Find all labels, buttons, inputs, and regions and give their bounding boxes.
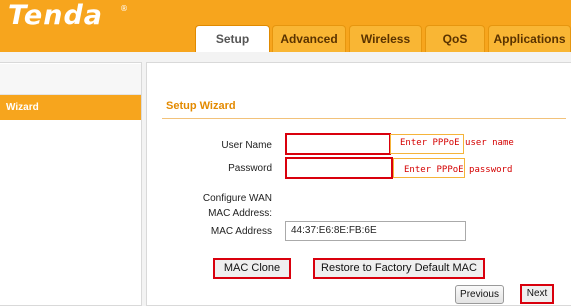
tab-setup[interactable]: Setup xyxy=(195,25,270,52)
restore-factory-mac-button[interactable]: Restore to Factory Default MAC xyxy=(313,258,485,279)
password-label: Password xyxy=(228,163,272,174)
tenda-logo: Tenda xyxy=(8,0,104,31)
configure-wan-mac-label: Configure WAN MAC Address: xyxy=(202,193,272,219)
sidebar-item-wizard[interactable]: Wizard xyxy=(0,95,141,120)
tab-applications[interactable]: Applications xyxy=(488,25,571,52)
user-name-input[interactable] xyxy=(285,133,391,155)
title-divider xyxy=(162,118,566,119)
page-title: Setup Wizard xyxy=(166,100,236,112)
user-name-hint: Enter PPPoE user name xyxy=(400,138,514,148)
user-name-label: User Name xyxy=(221,140,272,151)
mac-address-label: MAC Address xyxy=(210,226,272,237)
mac-clone-button[interactable]: MAC Clone xyxy=(213,258,291,279)
next-button[interactable]: Next xyxy=(520,284,554,304)
password-hint: Enter PPPoE password xyxy=(404,165,513,175)
tab-advanced[interactable]: Advanced xyxy=(272,25,346,52)
previous-button[interactable]: Previous xyxy=(455,285,504,304)
sidebar-header-strip xyxy=(0,64,141,95)
mac-address-field[interactable]: 44:37:E6:8E:FB:6E xyxy=(285,221,466,241)
tab-wireless[interactable]: Wireless xyxy=(349,25,422,52)
password-input[interactable] xyxy=(285,157,393,179)
registered-mark: ® xyxy=(120,4,128,13)
tab-qos[interactable]: QoS xyxy=(425,25,485,52)
